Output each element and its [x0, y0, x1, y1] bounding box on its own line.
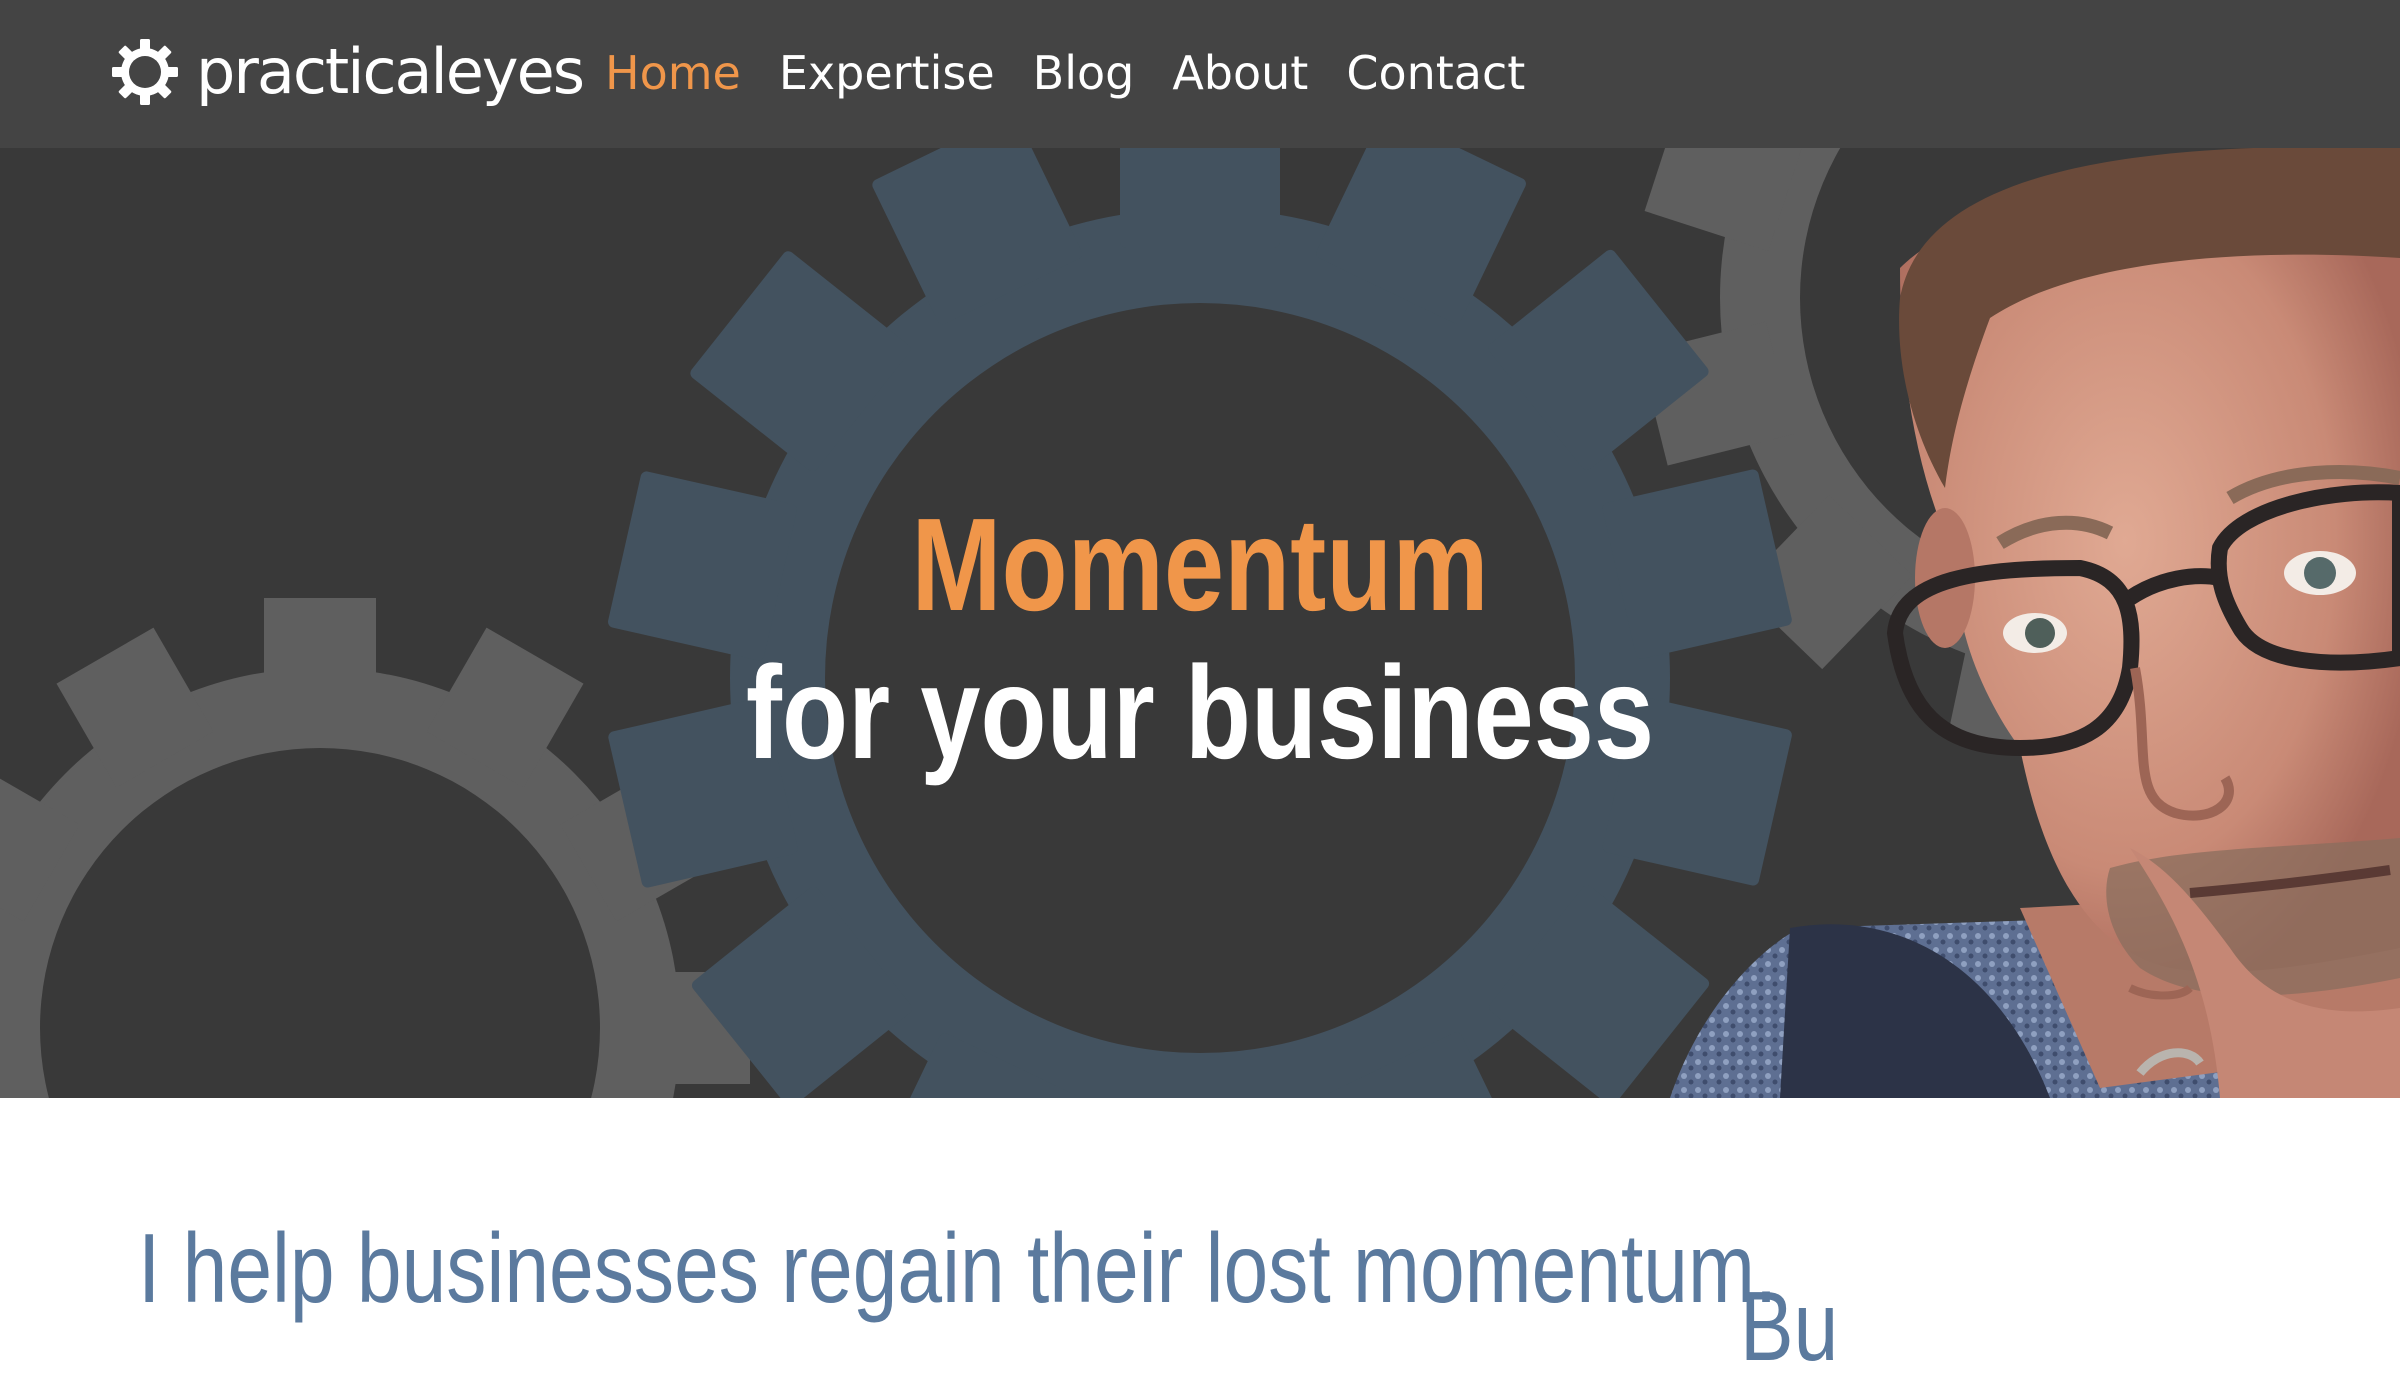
- headline-accent: Momentum: [911, 491, 1489, 639]
- nav-item-about[interactable]: About: [1172, 42, 1308, 104]
- headline-prefix: for your: [745, 639, 1155, 787]
- logo-text: practicaleyes: [196, 35, 585, 108]
- site-logo[interactable]: practicaleyes: [110, 34, 585, 110]
- nav-item-home[interactable]: Home: [605, 42, 741, 104]
- intro-section: I help businesses regain their lost mome…: [0, 1098, 2400, 1381]
- main-nav: Home Expertise Blog About Contact: [605, 42, 1525, 104]
- headline-bold: business: [1184, 639, 1655, 787]
- headline-line-2: for your business: [216, 639, 2184, 787]
- nav-item-blog[interactable]: Blog: [1033, 42, 1135, 104]
- hero-headline: Momentum for your business: [0, 491, 2400, 787]
- intro-heading: I help businesses regain their lost mome…: [138, 1213, 1778, 1323]
- gear-icon: [112, 39, 178, 105]
- side-heading: Bu: [1740, 1271, 1839, 1381]
- hero-banner: Momentum for your business: [0, 148, 2400, 1098]
- top-nav-bar: practicaleyes Home Expertise Blog About …: [0, 0, 2400, 148]
- nav-item-expertise[interactable]: Expertise: [779, 42, 995, 104]
- nav-item-contact[interactable]: Contact: [1346, 42, 1525, 104]
